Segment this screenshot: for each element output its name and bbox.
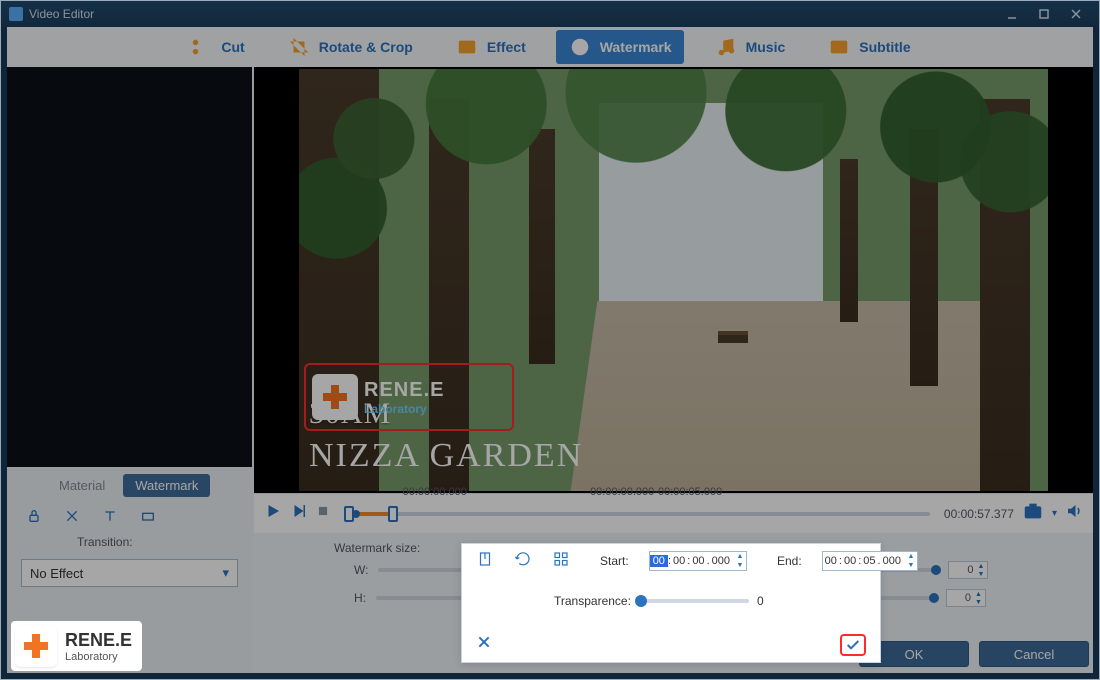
watermark-time-popup: Start: 00: 00: 00. 000 ▲▼ End: 00: 00: 0… <box>461 543 881 663</box>
tab-effect-label: Effect <box>487 39 526 55</box>
watermark-icon <box>568 35 592 59</box>
video-frame: 30AM NIZZA GARDEN RENE.E Laboratory <box>299 69 1048 491</box>
tab-music-label: Music <box>746 39 786 55</box>
window-title: Video Editor <box>29 7 94 21</box>
playback-bar: 00:00:00.000 00:00:00.000-00:00:05.000 0… <box>254 493 1093 533</box>
end-spinner[interactable]: ▲▼ <box>905 552 917 570</box>
transparency-label: Transparence: <box>554 594 631 608</box>
w-label: W: <box>354 563 368 577</box>
brand-name: RENE.E <box>65 630 132 651</box>
brand-logo-icon <box>15 625 57 667</box>
width-spinner[interactable]: 0▲▼ <box>948 561 988 579</box>
play-button[interactable] <box>264 502 282 525</box>
brand-badge: RENE.E Laboratory <box>11 621 142 671</box>
brand-sub: Laboratory <box>65 651 132 663</box>
subtitle-icon <box>827 35 851 59</box>
main-window: Video Editor Cut Rotate & Crop Effect Wa… <box>0 0 1100 680</box>
material-actions <box>7 497 252 525</box>
left-panel: Material Watermark Transition: No Effect… <box>7 67 252 673</box>
tab-subtitle[interactable]: Subtitle <box>815 30 922 64</box>
effect-icon <box>455 35 479 59</box>
handle-time-label: 00:00:00.000 <box>403 486 467 498</box>
tab-material[interactable]: Material <box>47 474 117 497</box>
popup-confirm-button[interactable] <box>840 634 866 656</box>
mark-in-icon[interactable] <box>476 550 494 573</box>
snapshot-button[interactable] <box>1022 500 1044 527</box>
transparency-slider[interactable] <box>639 599 749 603</box>
play-range-button[interactable] <box>290 502 308 525</box>
tab-cut-label: Cut <box>221 39 244 55</box>
snapshot-dropdown[interactable]: ▾ <box>1052 508 1057 519</box>
app-icon <box>9 7 23 21</box>
height-spinner[interactable]: 0▲▼ <box>946 589 986 607</box>
tab-watermark-label: Watermark <box>600 39 672 55</box>
tab-watermark[interactable]: Watermark <box>556 30 684 64</box>
material-preview-dark <box>7 67 252 467</box>
tab-watermark-panel[interactable]: Watermark <box>123 474 210 497</box>
more-actions-icon[interactable] <box>139 507 157 525</box>
range-end-handle[interactable] <box>388 506 398 522</box>
watermark-overlay[interactable]: RENE.E Laboratory <box>304 363 514 431</box>
delete-x-icon[interactable] <box>63 507 81 525</box>
select-all-icon[interactable] <box>552 550 570 573</box>
tab-effect[interactable]: Effect <box>443 30 538 64</box>
watermark-logo-icon <box>312 374 358 420</box>
video-preview[interactable]: 30AM NIZZA GARDEN RENE.E Laboratory <box>254 67 1093 493</box>
scissors-icon <box>189 35 213 59</box>
start-spinner[interactable]: ▲▼ <box>734 552 746 570</box>
playhead-handle[interactable] <box>352 510 360 518</box>
refresh-icon[interactable] <box>514 550 532 573</box>
tab-subtitle-label: Subtitle <box>859 39 910 55</box>
close-window-button[interactable] <box>1061 4 1091 24</box>
minimize-button[interactable] <box>997 4 1027 24</box>
transition-value: No Effect <box>30 566 83 581</box>
title-bar: Video Editor <box>1 1 1099 27</box>
text-t-icon[interactable] <box>101 507 119 525</box>
maximize-button[interactable] <box>1029 4 1059 24</box>
watermark-size-label: Watermark size: <box>334 541 420 555</box>
editor-toolbar: Cut Rotate & Crop Effect Watermark Music… <box>7 27 1093 67</box>
h-label: H: <box>354 591 366 605</box>
cancel-button[interactable]: Cancel <box>979 641 1089 667</box>
lock-icon[interactable] <box>25 507 43 525</box>
start-time-input[interactable]: 00: 00: 00. 000 ▲▼ <box>649 551 747 571</box>
popup-cancel-button[interactable] <box>476 634 492 656</box>
tab-rotate-crop[interactable]: Rotate & Crop <box>275 30 425 64</box>
chevron-down-icon: ▾ <box>222 565 229 581</box>
transition-combo[interactable]: No Effect ▾ <box>21 559 238 587</box>
volume-button[interactable] <box>1065 502 1083 525</box>
video-overlay-text-2: NIZZA GARDEN <box>309 437 583 475</box>
end-label: End: <box>777 554 802 568</box>
tab-cut[interactable]: Cut <box>177 30 256 64</box>
timeline-track[interactable]: 00:00:00.000 00:00:00.000-00:00:05.000 <box>344 503 930 525</box>
total-duration: 00:00:57.377 <box>944 507 1014 521</box>
tab-music[interactable]: Music <box>702 30 798 64</box>
crop-icon <box>287 35 311 59</box>
start-label: Start: <box>600 554 629 568</box>
stop-button[interactable] <box>316 504 330 523</box>
watermark-text: RENE.E Laboratory <box>364 379 444 416</box>
range-time-label: 00:00:00.000-00:00:05.000 <box>590 486 722 498</box>
music-icon <box>714 35 738 59</box>
transparency-value: 0 <box>757 594 777 608</box>
transition-label: Transition: <box>7 525 252 553</box>
end-time-input[interactable]: 00: 00: 05. 000 ▲▼ <box>822 551 918 571</box>
tab-rotate-label: Rotate & Crop <box>319 39 413 55</box>
left-panel-tabs: Material Watermark <box>7 467 252 497</box>
